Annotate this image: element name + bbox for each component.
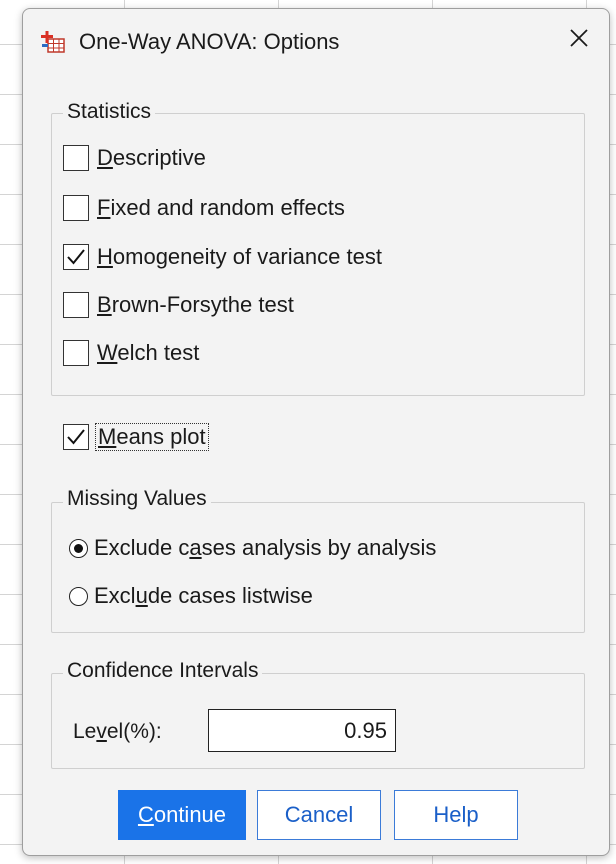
checkbox-fixed-random-effects[interactable] — [63, 195, 89, 221]
checkbox-label-brown-forsythe-test: Brown-Forsythe test — [97, 292, 294, 317]
radio-selected-dot — [74, 543, 83, 553]
level-label: Level(%): — [73, 720, 162, 743]
help-button[interactable]: Help — [394, 790, 518, 840]
checkbox-row-homogeneity-variance-test[interactable]: Homogeneity of variance test — [63, 244, 382, 270]
dialog-title: One-Way ANOVA: Options — [79, 29, 340, 54]
cancel-button-label: Cancel — [284, 802, 354, 827]
checkbox-row-fixed-random-effects[interactable]: Fixed and random effects — [63, 195, 345, 221]
close-icon — [569, 28, 589, 53]
checkbox-homogeneity-variance-test[interactable] — [63, 244, 89, 270]
checkbox-label-homogeneity-variance-test: Homogeneity of variance test — [97, 244, 382, 269]
continue-button-label: Continue — [137, 802, 227, 827]
checkbox-label-welch-test: Welch test — [97, 340, 200, 365]
close-button[interactable] — [559, 23, 599, 57]
checkbox-label-fixed-random-effects: Fixed and random effects — [97, 195, 345, 220]
checkbox-row-brown-forsythe-test[interactable]: Brown-Forsythe test — [63, 292, 294, 318]
spss-anova-icon — [40, 30, 66, 54]
checkbox-row-descriptive[interactable]: Descriptive — [63, 145, 206, 171]
checkbox-descriptive[interactable] — [63, 145, 89, 171]
missing-values-group — [51, 502, 585, 633]
means-plot-label: Means plot — [95, 423, 209, 451]
help-button-label: Help — [433, 802, 479, 827]
checkbox-label-descriptive: Descriptive — [97, 145, 206, 170]
checkbox-row-welch-test[interactable]: Welch test — [63, 340, 199, 366]
means-plot-checkbox-row[interactable]: Means plot — [63, 423, 209, 451]
means-plot-checkbox[interactable] — [63, 424, 89, 450]
confidence-level-input[interactable] — [208, 709, 396, 752]
radio-row-exclude-cases-listwise[interactable]: Exclude cases listwise — [69, 583, 313, 609]
radio-label-exclude-cases-analysis-by-analysis: Exclude cases analysis by analysis — [94, 535, 437, 560]
radio-label-exclude-cases-listwise: Exclude cases listwise — [94, 583, 313, 608]
checkbox-brown-forsythe-test[interactable] — [63, 292, 89, 318]
title-bar: One-Way ANOVA: Options — [23, 9, 609, 71]
missing-values-group-label: Missing Values — [63, 487, 211, 511]
statistics-group-label: Statistics — [63, 100, 156, 124]
radio-row-exclude-cases-analysis-by-analysis[interactable]: Exclude cases analysis by analysis — [69, 535, 436, 561]
anova-options-dialog: One-Way ANOVA: Options Statistics Descri… — [22, 8, 610, 856]
continue-button[interactable]: Continue — [118, 790, 246, 840]
radio-exclude-cases-analysis-by-analysis[interactable] — [69, 538, 88, 558]
radio-exclude-cases-listwise[interactable] — [69, 586, 88, 606]
checkbox-welch-test[interactable] — [63, 340, 89, 366]
cancel-button[interactable]: Cancel — [257, 790, 381, 840]
confidence-intervals-group-label: Confidence Intervals — [63, 659, 263, 683]
